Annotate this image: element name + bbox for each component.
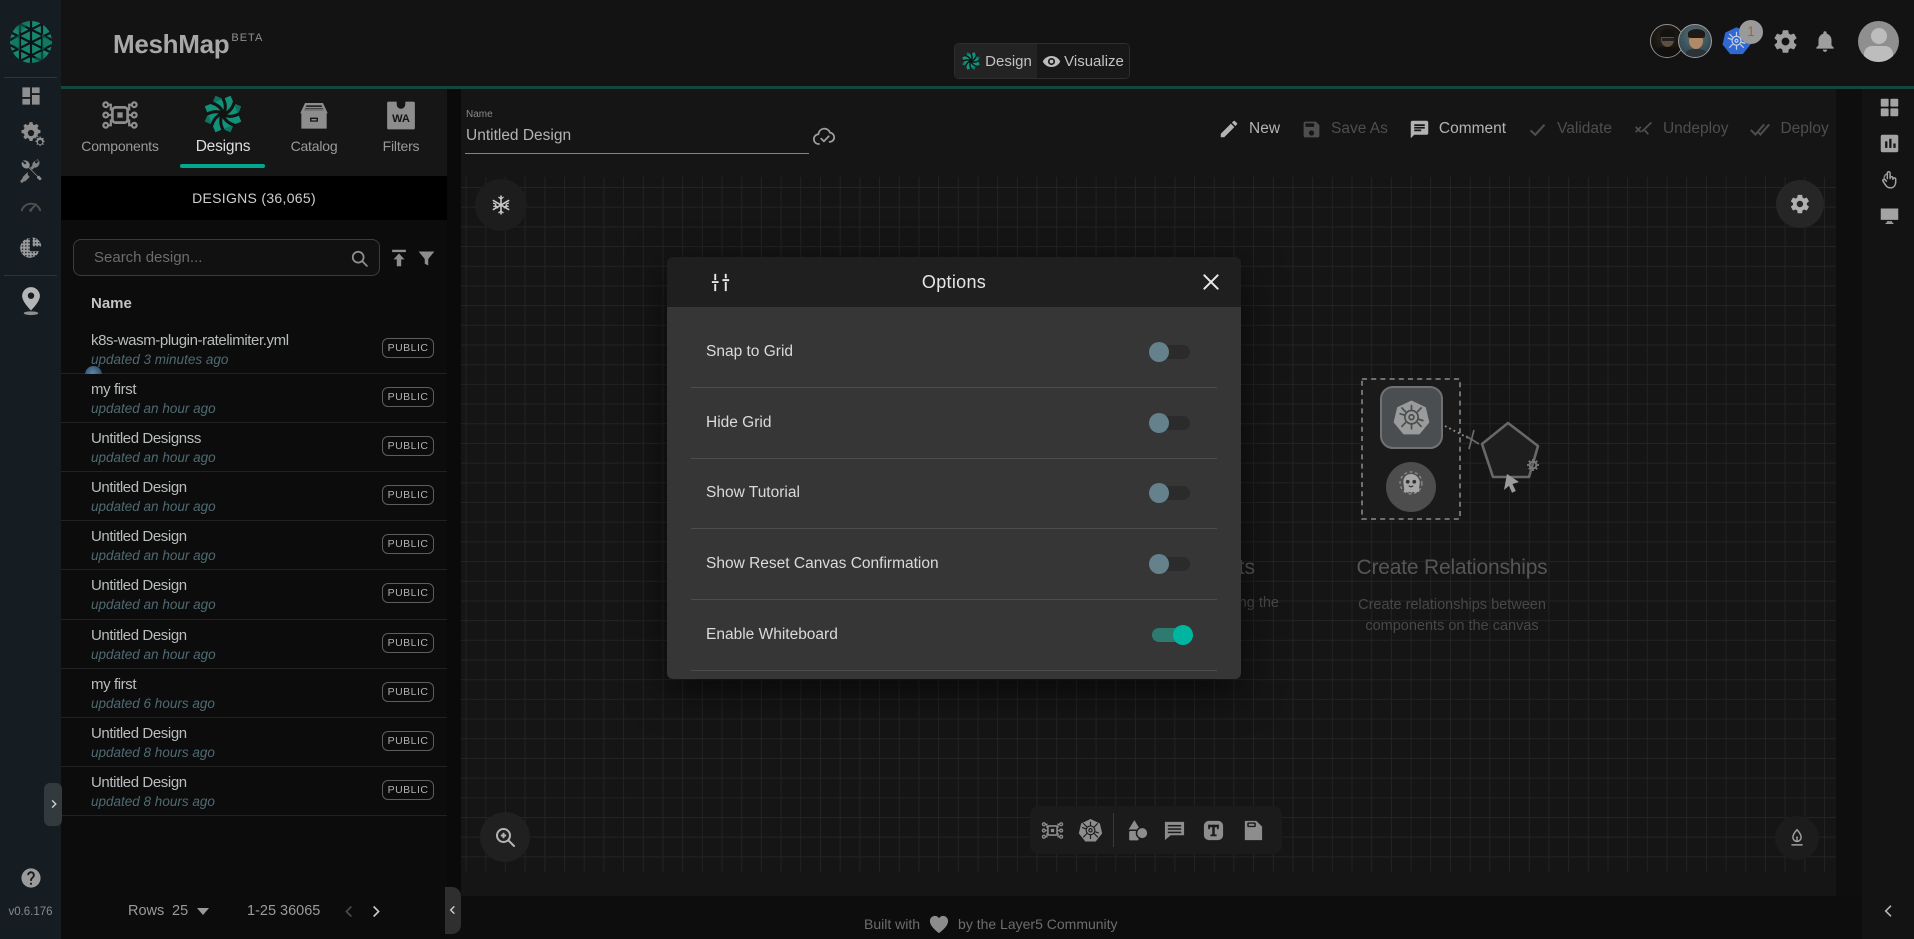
svg-text:WA: WA xyxy=(392,113,410,125)
